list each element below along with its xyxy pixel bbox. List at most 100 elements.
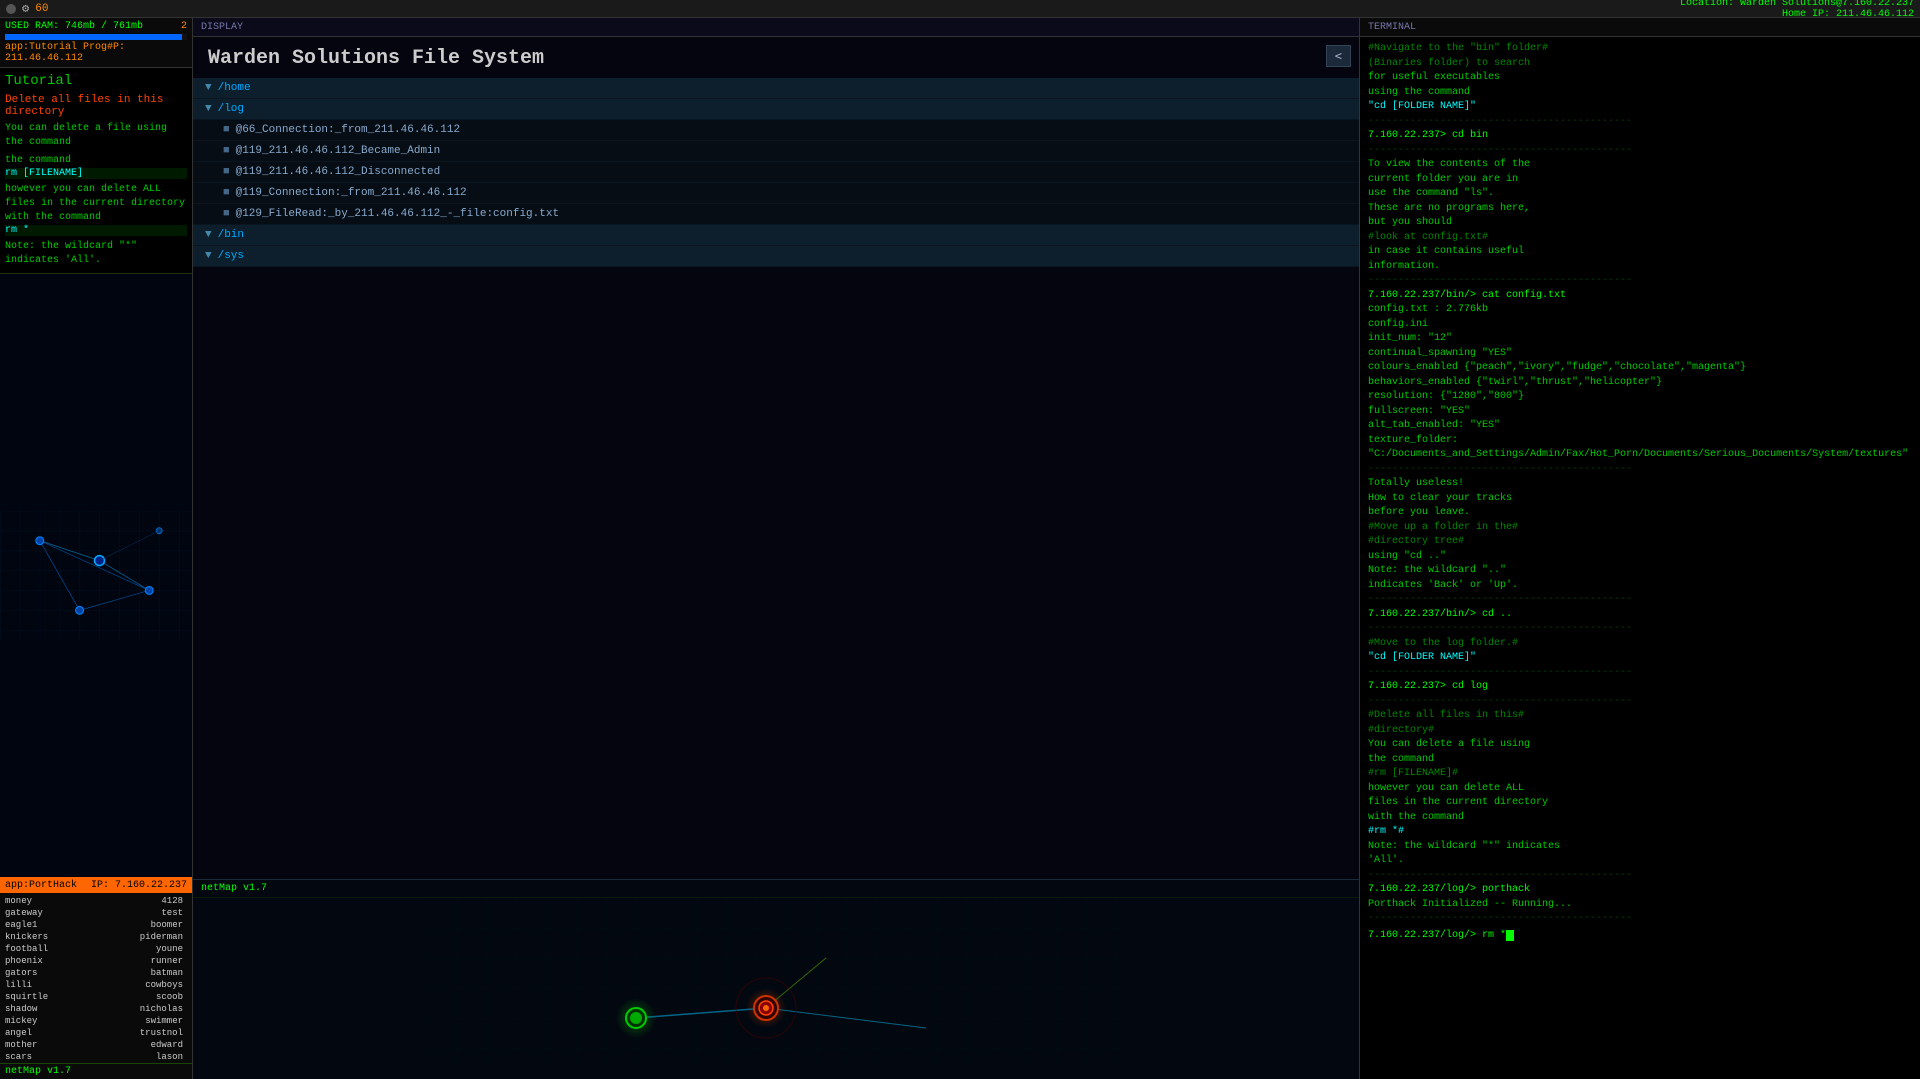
terminal-label: TERMINAL xyxy=(1368,22,1416,33)
terminal-line: Note: the wildcard "*" indicates xyxy=(1368,840,1912,855)
terminal-cursor xyxy=(1506,930,1514,941)
filesystem-item[interactable]: ■@66_Connection:_from_211.46.46.112 xyxy=(193,120,1359,141)
list-item: gatorsbatman xyxy=(2,967,190,979)
folder-arrow-icon: ▼ xyxy=(205,103,212,115)
terminal-line: resolution: {"1280","800"} xyxy=(1368,390,1912,405)
terminal-line: 7.160.22.237> cd bin xyxy=(1368,129,1912,144)
folder-arrow-icon: ▼ xyxy=(205,229,212,241)
terminal-line: in case it contains useful xyxy=(1368,245,1912,260)
gear-icon: ⚙ xyxy=(22,1,29,16)
terminal-line: files in the current directory xyxy=(1368,796,1912,811)
porthack-section: app:PortHack IP: 7.160.22.237 money4128g… xyxy=(0,877,192,1063)
terminal-line: ----------------------------------------… xyxy=(1368,274,1912,289)
terminal-line: #directory# xyxy=(1368,724,1912,739)
terminal-line: Porthack Initialized -- Running... xyxy=(1368,898,1912,913)
filesystem-item[interactable]: ■@129_FileRead:_by_211.46.46.112_-_file:… xyxy=(193,204,1359,225)
list-item: money4128 xyxy=(2,895,190,907)
terminal-line: Note: the wildcard ".." xyxy=(1368,564,1912,579)
terminal-content[interactable]: #Navigate to the "bin" folder#(Binaries … xyxy=(1360,37,1920,1079)
terminal-line: #directory tree# xyxy=(1368,535,1912,550)
terminal-header: TERMINAL xyxy=(1360,18,1920,37)
tutorial-cmd2: rm * xyxy=(5,225,187,236)
filesystem-item[interactable]: ▼/bin xyxy=(193,225,1359,246)
terminal-line: Totally useless! xyxy=(1368,477,1912,492)
display-label: DISPLAY xyxy=(201,22,243,33)
window-icon-1 xyxy=(6,4,16,14)
porthack-header: app:PortHack IP: 7.160.22.237 xyxy=(0,878,192,893)
terminal-line: #rm *# xyxy=(1368,825,1912,840)
terminal-line: #Navigate to the "bin" folder# xyxy=(1368,42,1912,57)
filesystem-item[interactable]: ■@119_Connection:_from_211.46.46.112 xyxy=(193,183,1359,204)
tutorial-text3: however you can delete ALL files in the … xyxy=(5,183,187,225)
right-panel: TERMINAL #Navigate to the "bin" folder#(… xyxy=(1360,18,1920,1079)
terminal-line: init_num: "12" xyxy=(1368,332,1912,347)
terminal-line: ----------------------------------------… xyxy=(1368,115,1912,130)
terminal-line: config.txt : 2.776kb xyxy=(1368,303,1912,318)
filesystem-item[interactable]: ▼/log xyxy=(193,99,1359,120)
list-item: phoenixrunner xyxy=(2,955,190,967)
terminal-line: ----------------------------------------… xyxy=(1368,593,1912,608)
file-icon: ■ xyxy=(223,208,230,220)
filesystem-item[interactable]: ■@119_211.46.46.112_Disconnected xyxy=(193,162,1359,183)
netmap-label: netMap v1.7 xyxy=(0,1063,192,1079)
terminal-line: #Move to the log folder.# xyxy=(1368,637,1912,652)
terminal-line: "C:/Documents_and_Settings/Admin/Fax/Hot… xyxy=(1368,448,1912,463)
terminal-line: with the command xyxy=(1368,811,1912,826)
list-item: shadownicholas xyxy=(2,1003,190,1015)
terminal-line: behaviors_enabled {"twirl","thrust","hel… xyxy=(1368,376,1912,391)
terminal-line: colours_enabled {"peach","ivory","fudge"… xyxy=(1368,361,1912,376)
ram-label: USED RAM: 746mb / 761mb xyxy=(5,21,143,32)
terminal-line: #Move up a folder in the# xyxy=(1368,521,1912,536)
left-panel: USED RAM: 746mb / 761mb 2 app:Tutorial P… xyxy=(0,18,193,1079)
list-item: lillicowboys xyxy=(2,979,190,991)
list-item: eagle1boomer xyxy=(2,919,190,931)
ram-bar-container xyxy=(5,34,187,40)
folder-arrow-icon: ▼ xyxy=(205,250,212,262)
list-item: squirtlescoob xyxy=(2,991,190,1003)
terminal-prompt-text: 7.160.22.237/log/> rm * xyxy=(1368,929,1506,944)
terminal-line[interactable]: 7.160.22.237/log/> rm * xyxy=(1368,929,1912,944)
terminal-line: ----------------------------------------… xyxy=(1368,622,1912,637)
terminal-line: using the command xyxy=(1368,86,1912,101)
list-item: gatewaytest xyxy=(2,907,190,919)
filesystem-item[interactable]: ▼/home xyxy=(193,78,1359,99)
terminal-line: 7.160.22.237> cd log xyxy=(1368,680,1912,695)
list-item: knickerspiderman xyxy=(2,931,190,943)
ram-bar xyxy=(5,34,182,40)
terminal-line: ----------------------------------------… xyxy=(1368,463,1912,478)
filesystem-item[interactable]: ■@119_211.46.46.112_Became_Admin xyxy=(193,141,1359,162)
terminal-line: alt_tab_enabled: "YES" xyxy=(1368,419,1912,434)
terminal-line: #look at config.txt# xyxy=(1368,231,1912,246)
file-icon: ■ xyxy=(223,145,230,157)
terminal-line: current folder you are in xyxy=(1368,173,1912,188)
tutorial-highlight: Delete all files in this directory xyxy=(5,94,187,118)
list-item: motheredward xyxy=(2,1039,190,1051)
porthack-ip: IP: 7.160.22.237 xyxy=(91,880,187,891)
list-item: mickeyswimmer xyxy=(2,1015,190,1027)
top-icons: ⚙ xyxy=(6,1,29,16)
network-svg xyxy=(0,274,192,877)
ram-count: 2 xyxy=(181,21,187,32)
terminal-line: "cd [FOLDER NAME]" xyxy=(1368,651,1912,666)
terminal-line: 7.160.22.237/log/> porthack xyxy=(1368,883,1912,898)
filesystem-list: ▼/home▼/log■@66_Connection:_from_211.46.… xyxy=(193,78,1359,267)
terminal-line: but you should xyxy=(1368,216,1912,231)
list-item: footballyoune xyxy=(2,943,190,955)
filesystem-item[interactable]: ▼/sys xyxy=(193,246,1359,267)
terminal-line: use the command "ls". xyxy=(1368,187,1912,202)
tutorial-section: Tutorial Delete all files in this direct… xyxy=(0,68,192,274)
folder-arrow-icon: ▼ xyxy=(205,82,212,94)
terminal-line: information. xyxy=(1368,260,1912,275)
terminal-line: 'All'. xyxy=(1368,854,1912,869)
back-button[interactable]: < xyxy=(1326,45,1351,67)
tutorial-cmd1: rm [FILENAME] xyxy=(5,168,187,179)
terminal-line: before you leave. xyxy=(1368,506,1912,521)
filesystem-title: Warden Solutions File System xyxy=(193,37,1359,78)
terminal-line: #Delete all files in this# xyxy=(1368,709,1912,724)
top-count: 60 xyxy=(35,3,48,15)
terminal-line: (Binaries folder) to search xyxy=(1368,57,1912,72)
tutorial-note: Note: the wildcard "*" indicates 'All'. xyxy=(5,240,187,268)
location-text: Location: Warden Solutions@7.160.22.237 xyxy=(1680,0,1914,9)
middle-netmap: netMap v1.7 xyxy=(193,879,1359,1079)
tutorial-title: Tutorial xyxy=(5,73,187,89)
